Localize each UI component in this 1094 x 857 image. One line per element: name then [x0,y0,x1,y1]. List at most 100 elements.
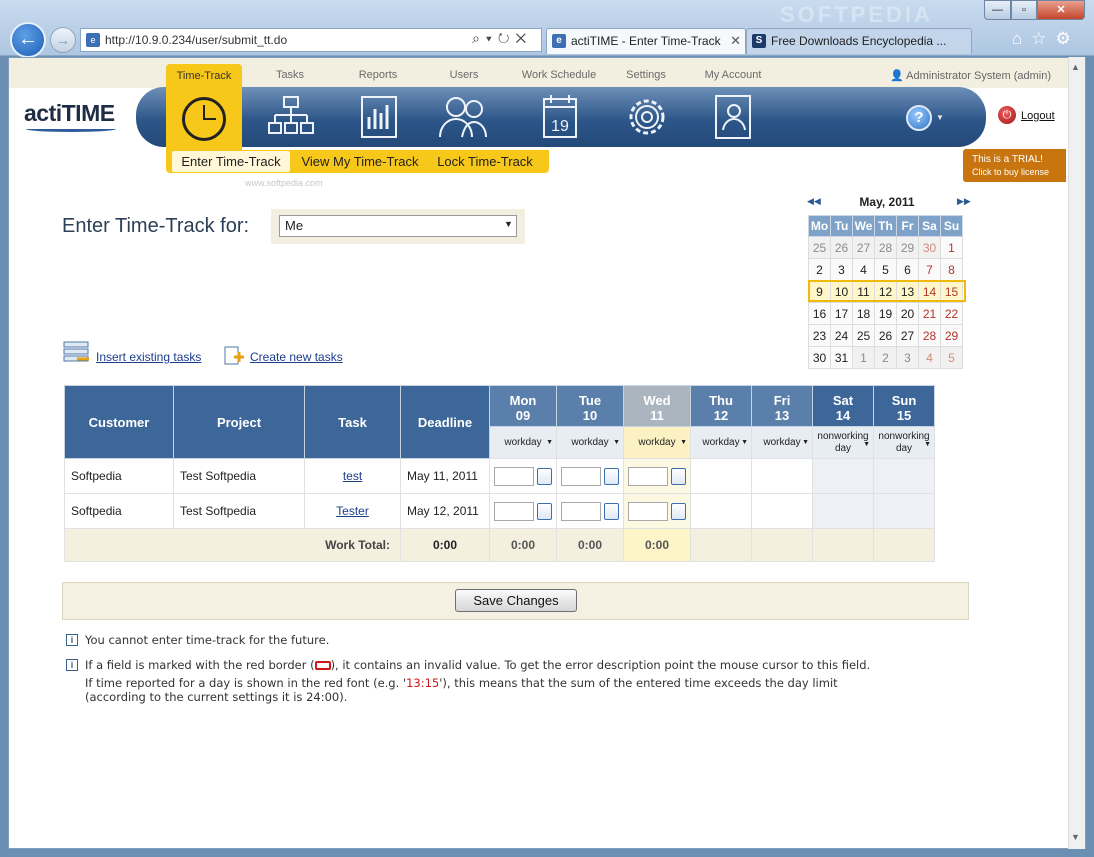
calendar-day[interactable]: 8 [940,258,963,281]
calendar-day[interactable]: 14 [918,280,941,303]
calendar-day[interactable]: 25 [852,324,875,347]
calendar-day[interactable]: 3 [896,346,919,369]
comment-icon[interactable] [604,468,619,485]
subtab-view-my-time-track[interactable]: View My Time-Track [298,153,422,171]
calendar-day[interactable]: 28 [874,236,897,259]
calendar-day[interactable]: 29 [896,236,919,259]
account-card-icon[interactable] [714,94,752,140]
tab-users[interactable]: Users [436,69,492,81]
create-new-tasks-link[interactable]: Create new tasks [250,350,343,364]
close-tab-icon[interactable]: ✕ [730,29,741,53]
calendar-day[interactable]: 2 [808,258,831,281]
task-link[interactable]: test [343,469,362,483]
calendar-day[interactable]: 30 [808,346,831,369]
time-input[interactable] [561,467,601,486]
calendar-day[interactable]: 5 [940,346,963,369]
maximize-button[interactable]: ▫ [1011,0,1037,20]
calendar-day[interactable]: 18 [852,302,875,325]
close-window-button[interactable]: ✕ [1037,0,1085,20]
users-icon[interactable] [438,95,492,139]
bar-chart-icon[interactable] [360,95,398,139]
address-tools[interactable]: ⌕▾↻✕ [472,30,532,47]
calendar-day[interactable]: 3 [830,258,853,281]
calendar-day[interactable]: 27 [896,324,919,347]
scroll-up-icon[interactable]: ▲ [1071,62,1080,72]
help-icon[interactable]: ? [906,105,932,131]
chevron-down-icon[interactable]: ▼ [936,113,944,122]
insert-existing-tasks-link[interactable]: Insert existing tasks [96,350,201,364]
scroll-down-icon[interactable]: ▼ [1071,832,1080,842]
day-type-select[interactable]: workday ▼ [556,426,624,459]
calendar-day[interactable]: 22 [940,302,963,325]
calendar-day[interactable]: 16 [808,302,831,325]
day-type-select[interactable]: nonworking day ▼ [873,426,935,459]
subtab-lock-time-track[interactable]: Lock Time-Track [430,153,540,171]
back-button[interactable]: ← [10,22,46,58]
calendar-day[interactable]: 1 [852,346,875,369]
comment-icon[interactable] [537,468,552,485]
time-input[interactable] [628,502,668,521]
tab-reports[interactable]: Reports [350,69,406,81]
subtab-enter-time-track[interactable]: Enter Time-Track [172,153,290,171]
scrollbar[interactable] [1068,57,1085,849]
calendar-day[interactable]: 28 [918,324,941,347]
save-changes-button[interactable]: Save Changes [455,589,577,612]
tab-settings[interactable]: Settings [618,69,674,81]
calendar-day[interactable]: 26 [830,236,853,259]
calendar-day[interactable]: 4 [918,346,941,369]
calendar-icon[interactable]: 19 [542,93,578,139]
day-type-select[interactable]: workday ▼ [489,426,557,459]
comment-icon[interactable] [604,503,619,520]
calendar-day[interactable]: 4 [852,258,875,281]
chevron-down-icon[interactable]: ▼ [504,219,513,229]
calendar-day[interactable]: 31 [830,346,853,369]
next-month-icon[interactable]: ▶▶ [957,196,971,207]
comment-icon[interactable] [537,503,552,520]
calendar-day[interactable]: 2 [874,346,897,369]
power-icon[interactable]: ⏻ [998,106,1016,124]
calendar-day[interactable]: 21 [918,302,941,325]
forward-button[interactable]: → [50,27,76,53]
logout-link[interactable]: Logout [1021,110,1055,122]
task-link[interactable]: Tester [336,504,369,518]
day-type-select[interactable]: workday ▼ [623,426,691,459]
calendar-day[interactable]: 23 [808,324,831,347]
logo[interactable]: actiTIME [24,100,115,127]
calendar-day[interactable]: 30 [918,236,941,259]
calendar-day[interactable]: 11 [852,280,875,303]
tab-my-account[interactable]: My Account [697,69,769,81]
trial-banner[interactable]: This is a TRIAL! Click to buy license [963,149,1066,182]
time-input[interactable] [494,467,534,486]
time-input[interactable] [494,502,534,521]
time-input[interactable] [561,502,601,521]
day-type-select[interactable]: workday ▼ [690,426,752,459]
calendar-day[interactable]: 19 [874,302,897,325]
calendar-day[interactable]: 13 [896,280,919,303]
calendar-day[interactable]: 20 [896,302,919,325]
create-task-icon[interactable] [224,346,244,366]
calendar-day[interactable]: 12 [874,280,897,303]
tab-tasks[interactable]: Tasks [262,69,318,81]
minimize-button[interactable]: — [984,0,1011,20]
calendar-day[interactable]: 29 [940,324,963,347]
calendar-day[interactable]: 9 [808,280,831,303]
comment-icon[interactable] [671,503,686,520]
calendar-day[interactable]: 27 [852,236,875,259]
calendar-day[interactable]: 25 [808,236,831,259]
calendar-day[interactable]: 15 [940,280,963,303]
hierarchy-icon[interactable] [268,95,314,139]
calendar-day[interactable]: 10 [830,280,853,303]
tab-softpedia[interactable]: S Free Downloads Encyclopedia ... [746,28,972,54]
calendar-day[interactable]: 7 [918,258,941,281]
browser-tools[interactable]: ⌂☆⚙ [1012,29,1080,49]
calendar-day[interactable]: 5 [874,258,897,281]
time-input[interactable] [628,467,668,486]
tab-work-schedule[interactable]: Work Schedule [516,69,602,81]
gear-icon[interactable] [624,94,670,140]
day-type-select[interactable]: workday ▼ [751,426,813,459]
calendar-day[interactable]: 17 [830,302,853,325]
calendar-day[interactable]: 1 [940,236,963,259]
tab-actitime[interactable]: e actiTIME - Enter Time-Track ✕ [546,28,746,54]
calendar-day[interactable]: 26 [874,324,897,347]
comment-icon[interactable] [671,468,686,485]
